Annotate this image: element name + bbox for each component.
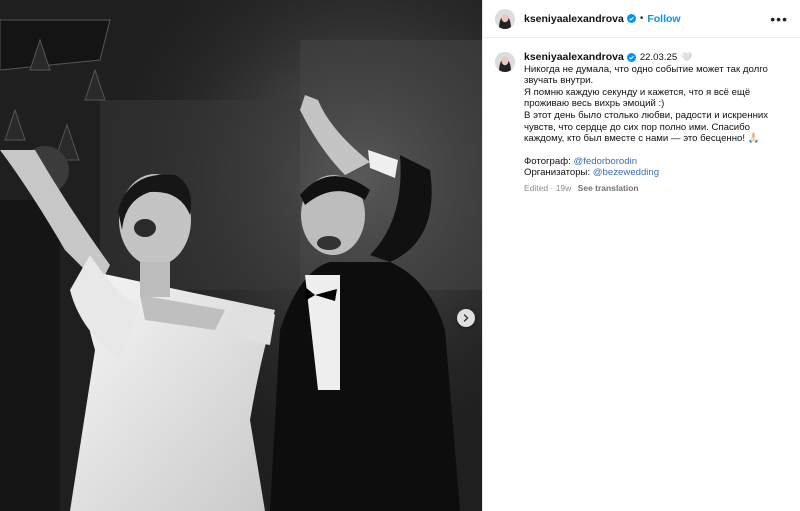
- verified-badge-icon: [626, 14, 636, 23]
- caption-line: звучать внутри.: [524, 75, 594, 87]
- avatar-image: [495, 52, 515, 72]
- heart-emoji: 🤍: [681, 52, 693, 62]
- caption-body: kseniyaalexandrova 22.03.25 🤍 Никогда не…: [524, 51, 786, 195]
- caption-line: проживаю весь вихрь эмоций :): [524, 98, 665, 110]
- post-viewer: kseniyaalexandrova • Follow ••• kseniyaa…: [0, 0, 800, 511]
- follow-button[interactable]: Follow: [647, 13, 680, 25]
- caption-line: В этот день было столько любви, радости …: [524, 109, 769, 121]
- more-options-button[interactable]: •••: [770, 12, 788, 26]
- organizers-credit: Организаторы: @bezewedding: [524, 167, 786, 179]
- caption-line: Я помню каждую секунду и кажется, что я …: [524, 86, 751, 98]
- caption-username[interactable]: kseniyaalexandrova: [524, 51, 624, 64]
- caption-header: kseniyaalexandrova 22.03.25 🤍: [524, 51, 786, 64]
- caption-avatar[interactable]: [495, 52, 515, 72]
- photographer-label: Фотограф:: [524, 155, 571, 167]
- caption-line: чувств, что сердце до сих пор полно ими.…: [524, 121, 750, 133]
- photographer-credit: Фотограф: @fedorborodin: [524, 156, 786, 168]
- see-translation-link[interactable]: See translation: [578, 183, 639, 193]
- separator-dot: •: [639, 13, 644, 24]
- caption-text: Никогда не думала, что одно событие може…: [524, 64, 786, 179]
- verified-badge-icon: [626, 53, 636, 63]
- photographer-mention-link[interactable]: @fedorborodin: [573, 156, 637, 167]
- caption-date: 22.03.25: [639, 52, 678, 63]
- chevron-right-icon: [463, 314, 469, 322]
- organizers-mention-link[interactable]: @bezewedding: [593, 167, 659, 178]
- next-photo-button[interactable]: [457, 309, 475, 327]
- caption-meta: Edited · 19w See translation: [524, 183, 786, 195]
- post-photo[interactable]: [0, 0, 482, 511]
- post-author-username[interactable]: kseniyaalexandrova: [524, 13, 624, 25]
- caption: kseniyaalexandrova 22.03.25 🤍 Никогда не…: [483, 38, 800, 195]
- edited-label: Edited: [524, 182, 549, 193]
- avatar[interactable]: [495, 8, 515, 29]
- avatar-image: [495, 8, 515, 29]
- photo-illustration: [0, 0, 482, 511]
- post-header: kseniyaalexandrova • Follow •••: [483, 0, 800, 38]
- post-age: 19w: [555, 182, 572, 193]
- post-side-panel: kseniyaalexandrova • Follow ••• kseniyaa…: [482, 0, 800, 511]
- organizers-label: Организаторы:: [524, 167, 591, 179]
- meta-separator: ·: [550, 182, 554, 193]
- caption-line: Никогда не думала, что одно событие може…: [524, 63, 768, 75]
- caption-line: каждому, кто был вместе с нами — это бес…: [524, 133, 760, 145]
